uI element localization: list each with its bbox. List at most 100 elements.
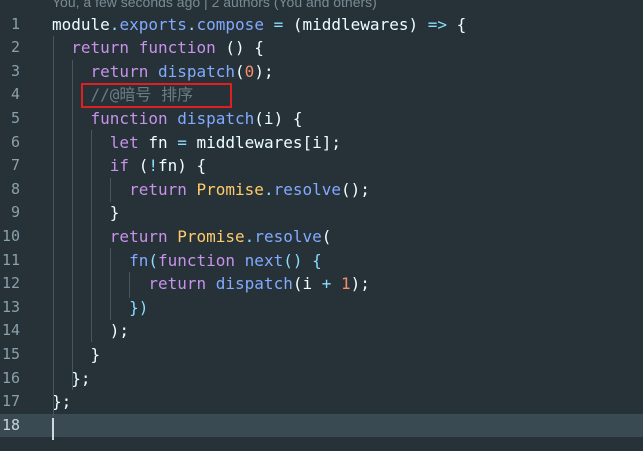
code-token: Promise [177, 226, 245, 246]
line-number: 7 [10, 156, 20, 175]
line-number: 12 [1, 274, 20, 293]
code-token: exports [119, 14, 187, 34]
code-token: return [109, 226, 168, 246]
code-text: }) [52, 296, 148, 320]
code-text: function dispatch(i) { [52, 107, 303, 131]
code-line[interactable]: 13 }) [0, 296, 643, 320]
indent-guide [129, 272, 130, 298]
code-text: if (!fn) { [52, 154, 206, 178]
line-number: 14 [1, 321, 20, 340]
codelens-blame[interactable]: You, a few seconds ago | 2 authors (You … [52, 0, 377, 11]
code-line[interactable]: 2 return function () { [0, 36, 643, 60]
line-number: 17 [1, 392, 20, 411]
code-text: fn(function next() { [52, 249, 322, 273]
code-token: ); [254, 61, 274, 81]
code-token: let [109, 132, 139, 152]
code-token: () { [215, 38, 264, 58]
code-token: } [52, 203, 120, 223]
code-token: dispatch [157, 61, 236, 81]
code-line[interactable]: 1 module.exports.compose = (middlewares) … [0, 13, 643, 37]
code-token: = [177, 132, 187, 152]
line-number: 5 [10, 108, 20, 127]
code-token: }) [129, 297, 149, 317]
code-token: dispatch [177, 108, 255, 128]
code-token: ! [148, 156, 158, 176]
indent-guide [110, 178, 111, 202]
code-text: return function () { [52, 36, 264, 60]
code-line[interactable]: 18 [0, 413, 643, 438]
code-token: . [186, 14, 197, 34]
code-token: compose [196, 14, 264, 34]
code-text: return dispatch(0); [52, 60, 274, 84]
code-line[interactable]: 6 let fn = middlewares[i]; [0, 131, 643, 155]
code-token: . [263, 179, 274, 199]
code-token: ( [129, 156, 149, 176]
code-line[interactable]: 17}; [0, 390, 643, 414]
code-line[interactable]: 9 } [0, 201, 643, 225]
code-token: return [90, 61, 149, 81]
code-token: fn) { [157, 156, 207, 176]
code-text: module.exports.compose = (middlewares) =… [52, 13, 466, 37]
code-token: 0 [244, 61, 255, 81]
code-token: ) [408, 14, 428, 34]
code-token: }; [52, 392, 72, 412]
code-text: } [52, 343, 101, 367]
code-line[interactable]: 15 } [0, 343, 643, 367]
code-line[interactable]: 3 return dispatch(0); [0, 60, 643, 84]
code-line[interactable]: 8 return Promise.resolve(); [0, 178, 643, 202]
code-token: resolve [273, 179, 342, 199]
code-token: function [157, 250, 236, 270]
code-line[interactable]: 14 ); [0, 319, 643, 343]
code-token: resolve [254, 226, 322, 246]
code-token: module [52, 14, 110, 34]
code-text: return Promise.resolve(); [52, 178, 370, 202]
code-token: ( [235, 61, 245, 81]
code-token: next [244, 250, 284, 270]
code-token: middlewares [302, 14, 409, 34]
code-editor[interactable]: You, a few seconds ago | 2 authors (You … [0, 0, 643, 451]
code-line[interactable]: 12 return dispatch(i + 1); [0, 272, 643, 296]
line-number: 15 [1, 344, 20, 363]
code-token: if [109, 156, 130, 176]
code-text: }; [52, 390, 71, 414]
code-token: { [447, 14, 467, 34]
code-line[interactable]: 7 if (!fn) { [0, 154, 643, 178]
line-number: 18 [1, 415, 20, 434]
line-number: 9 [10, 203, 20, 222]
code-text: let fn = middlewares[i]; [52, 131, 341, 155]
comment-highlight-box [81, 83, 232, 108]
code-token: ( [283, 14, 303, 34]
code-text: return Promise.resolve( [52, 225, 332, 249]
code-token: + [321, 274, 332, 294]
line-number: 2 [10, 38, 20, 57]
code-line[interactable]: 16 }; [0, 367, 643, 391]
indent-guide [91, 130, 92, 342]
code-line[interactable]: 10 return Promise.resolve( [0, 225, 643, 249]
code-token: ( [321, 226, 332, 246]
code-token: dispatch [215, 274, 293, 294]
code-token: return [129, 179, 187, 199]
line-number: 3 [10, 61, 20, 80]
code-line[interactable]: 5 function dispatch(i) { [0, 107, 643, 131]
code-token: = [273, 14, 284, 34]
code-token: function [138, 38, 216, 58]
code-token: . [109, 14, 120, 34]
code-token: return [71, 38, 130, 58]
text-cursor [52, 418, 54, 440]
code-token: (i) { [254, 108, 303, 128]
line-number: 4 [10, 85, 20, 104]
code-token: (i [292, 274, 322, 294]
code-line[interactable]: 11 fn(function next() { [0, 249, 643, 273]
line-number: 6 [10, 132, 20, 151]
code-text: } [52, 201, 120, 225]
